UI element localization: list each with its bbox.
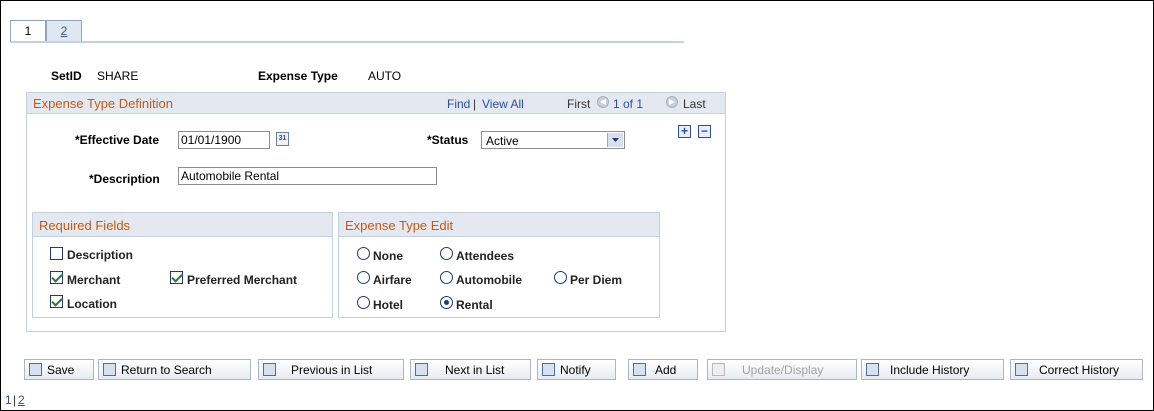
none-radio[interactable] [357,247,370,260]
expense-type-edit-title: Expense Type Edit [345,218,454,233]
find-link[interactable]: Find [447,97,470,111]
notify-label: Notify [560,363,591,377]
save-button-label: Save [47,363,75,377]
expense-type-label: Expense Type [258,69,338,83]
delete-row-icon[interactable]: − [698,125,711,138]
status-value: Active [486,134,519,148]
description-checkbox[interactable] [50,247,63,260]
setid-value: SHARE [97,69,139,83]
include-history-icon [866,363,879,376]
automobile-radio[interactable] [440,271,453,284]
return-to-search-button[interactable]: Return to Search [98,359,251,380]
update-display-button[interactable]: Update/Display [707,359,857,380]
include-history-label: Include History [890,363,970,377]
include-history-button[interactable]: Include History [861,359,1004,380]
tab-2[interactable]: 2 [46,20,82,41]
nav-separator: | [473,97,477,111]
rental-radio[interactable] [440,296,453,309]
last-label: Last [683,97,706,111]
rental-radio-label: Rental [456,298,493,312]
expense-type-definition-title: Expense Type Definition [33,96,173,111]
expense-type-edit-header: Expense Type Edit [339,213,659,237]
view-all-link[interactable]: View All [482,97,524,111]
first-label: First [567,97,591,111]
expense-type-value: AUTO [368,69,402,83]
correct-history-icon [1015,363,1028,376]
previous-row-icon[interactable]: ◀ [597,96,609,108]
add-label: Add [655,363,677,377]
preferred-merchant-checkbox-label: Preferred Merchant [187,273,298,287]
status-select[interactable]: Active [481,131,625,149]
notify-icon [542,363,555,376]
tab-1[interactable]: 1 [10,20,46,41]
row-position: 1 of 1 [613,97,644,111]
expense-type-definition-header: Expense Type Definition Find | View All … [27,93,725,114]
correct-history-button[interactable]: Correct History [1010,359,1143,380]
merchant-checkbox[interactable] [50,271,63,284]
next-in-list-label: Next in List [445,363,505,377]
location-checkbox[interactable] [50,295,63,308]
chevron-down-icon [607,133,623,147]
effective-date-label: *Effective Date [75,133,160,147]
hotel-radio[interactable] [357,296,370,309]
tab-2-label: 2 [60,24,68,38]
setid-label: SetID [51,69,82,83]
notify-button[interactable]: Notify [537,359,616,380]
return-to-search-icon [103,363,116,376]
description-input[interactable] [178,167,437,185]
save-button[interactable]: Save [24,359,94,380]
location-checkbox-label: Location [67,297,117,311]
add-button[interactable]: Add [628,359,698,380]
previous-in-list-icon [263,363,276,376]
previous-in-list-label: Previous in List [291,363,373,377]
required-fields-title: Required Fields [39,218,131,233]
per-diem-radio[interactable] [554,271,567,284]
attendees-radio[interactable] [440,247,453,260]
next-in-list-button[interactable]: Next in List [410,359,531,380]
tab-1-label: 1 [24,24,32,38]
airfare-radio-label: Airfare [373,273,412,287]
return-to-search-label: Return to Search [121,363,212,377]
preferred-merchant-checkbox[interactable] [170,271,183,284]
update-display-icon [712,363,725,376]
airfare-radio[interactable] [357,271,370,284]
calendar-icon[interactable]: 31 [276,132,289,146]
save-icon [29,363,42,376]
merchant-checkbox-label: Merchant [67,273,121,287]
footer-separator: | [13,393,17,407]
none-radio-label: None [373,249,403,263]
add-row-icon[interactable]: + [678,125,691,138]
required-fields-header: Required Fields [33,213,332,237]
description-label: *Description [89,172,160,186]
hotel-radio-label: Hotel [373,298,403,312]
attendees-radio-label: Attendees [456,249,515,263]
description-checkbox-label: Description [67,248,134,262]
footer-page-1-link[interactable]: 1 [5,393,12,407]
automobile-radio-label: Automobile [456,273,522,287]
previous-in-list-button[interactable]: Previous in List [258,359,404,380]
tab-underline [10,41,684,43]
effective-date-input[interactable] [178,131,270,149]
per-diem-radio-label: Per Diem [570,273,623,287]
status-label: *Status [427,133,469,147]
update-display-label: Update/Display [742,363,824,377]
next-in-list-icon [415,363,428,376]
correct-history-label: Correct History [1039,363,1120,377]
next-row-icon[interactable]: ▶ [666,96,678,108]
footer-page-2-link[interactable]: 2 [18,393,25,407]
add-icon [633,363,646,376]
